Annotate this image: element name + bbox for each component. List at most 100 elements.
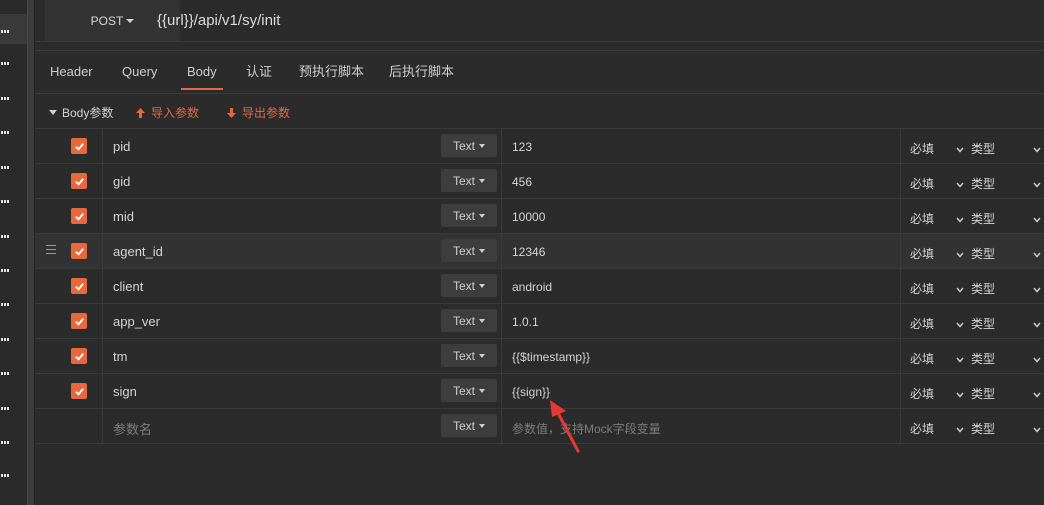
param-enabled-checkbox[interactable] <box>71 138 87 154</box>
tab-pre-script[interactable]: 预执行脚本 <box>299 51 364 93</box>
param-name-input[interactable]: 参数名 <box>113 419 152 438</box>
sidebar-selected-item[interactable] <box>0 14 27 44</box>
param-enabled-checkbox[interactable] <box>71 383 87 399</box>
sidebar-item-more-icon[interactable] <box>1 97 11 100</box>
param-value-input[interactable]: 参数值，支持Mock字段变量 <box>512 420 661 437</box>
param-kind-select[interactable]: 类型 <box>971 385 995 402</box>
param-name-input[interactable]: pid <box>113 139 130 154</box>
param-enabled-checkbox[interactable] <box>71 278 87 294</box>
export-params-button[interactable]: 导出参数 <box>226 104 290 121</box>
sidebar-item-more-icon[interactable] <box>1 474 11 477</box>
param-name-input[interactable]: app_ver <box>113 314 160 329</box>
column-divider <box>900 304 901 339</box>
sidebar-item-more-icon[interactable] <box>1 441 11 444</box>
chevron-down-icon <box>479 283 485 288</box>
param-row: tm Text {{$timestamp}} 必填 类型 <box>35 339 1044 374</box>
param-required-select[interactable]: 必填 <box>910 350 934 367</box>
param-kind-select[interactable]: 类型 <box>971 245 995 262</box>
tab-header[interactable]: Header <box>50 51 93 93</box>
sidebar-item-more-icon[interactable] <box>1 407 11 410</box>
body-params-toggle[interactable]: Body参数 <box>49 104 113 121</box>
column-divider <box>501 339 502 374</box>
param-kind-select[interactable]: 类型 <box>971 420 995 437</box>
param-required-select[interactable]: 必填 <box>910 175 934 192</box>
url-input[interactable]: {{url}}/api/v1/sy/init <box>157 12 280 29</box>
params-table: pid Text 123 必填 类型 gid Text 456 必填 类型 mid Text 10000… <box>35 128 1044 444</box>
param-name-input[interactable]: sign <box>113 384 137 399</box>
param-type-select[interactable]: Text <box>441 379 497 402</box>
panel-splitter[interactable] <box>27 0 35 505</box>
param-required-select[interactable]: 必填 <box>910 315 934 332</box>
tab-post-script[interactable]: 后执行脚本 <box>389 51 454 93</box>
sidebar-item-more-icon[interactable] <box>1 235 11 238</box>
tab-body[interactable]: Body <box>181 51 223 93</box>
param-type-select[interactable]: Text <box>441 309 497 332</box>
param-enabled-checkbox[interactable] <box>71 173 87 189</box>
param-name-input[interactable]: agent_id <box>113 244 163 259</box>
new-param-row: 参数名 Text 参数值，支持Mock字段变量 必填 类型 <box>35 409 1044 444</box>
tab-auth[interactable]: 认证 <box>246 51 272 93</box>
param-value-input[interactable]: 1.0.1 <box>512 315 539 329</box>
column-divider <box>900 374 901 409</box>
sidebar-item-more-icon[interactable] <box>1 30 11 33</box>
param-value-input[interactable]: 456 <box>512 175 532 189</box>
request-editor: POST {{url}}/api/v1/sy/init Header Query… <box>35 0 1044 505</box>
sidebar-item-more-icon[interactable] <box>1 200 11 203</box>
param-required-select[interactable]: 必填 <box>910 245 934 262</box>
chevron-down-icon <box>956 142 964 153</box>
param-kind-select[interactable]: 类型 <box>971 210 995 227</box>
param-type-select[interactable]: Text <box>441 274 497 297</box>
param-type-select[interactable]: Text <box>441 134 497 157</box>
param-name-input[interactable]: mid <box>113 209 134 224</box>
param-type-label: Text <box>452 173 475 188</box>
param-kind-select[interactable]: 类型 <box>971 280 995 297</box>
param-type-select[interactable]: Text <box>441 239 497 262</box>
param-value-input[interactable]: 10000 <box>512 210 545 224</box>
param-type-select[interactable]: Text <box>441 414 497 437</box>
chevron-down-icon <box>1033 247 1041 258</box>
param-required-select[interactable]: 必填 <box>910 280 934 297</box>
sidebar-item-more-icon[interactable] <box>1 269 11 272</box>
param-value-input[interactable]: {{$timestamp}} <box>512 350 590 364</box>
param-kind-select[interactable]: 类型 <box>971 350 995 367</box>
param-required-select[interactable]: 必填 <box>910 210 934 227</box>
param-kind-select[interactable]: 类型 <box>971 140 995 157</box>
param-type-select[interactable]: Text <box>441 344 497 367</box>
sidebar-item-more-icon[interactable] <box>1 372 11 375</box>
param-value-input[interactable]: android <box>512 280 552 294</box>
body-toolbar: Body参数 导入参数 导出参数 <box>35 95 1044 128</box>
sidebar-item-more-icon[interactable] <box>1 338 11 341</box>
column-divider <box>900 409 901 444</box>
param-required-select[interactable]: 必填 <box>910 385 934 402</box>
param-required-select[interactable]: 必填 <box>910 140 934 157</box>
param-type-select[interactable]: Text <box>441 169 497 192</box>
param-enabled-checkbox[interactable] <box>71 208 87 224</box>
chevron-down-icon <box>1033 177 1041 188</box>
param-value-input[interactable]: 123 <box>512 140 532 154</box>
drag-handle-icon[interactable] <box>46 245 56 254</box>
request-tabs: Header Query Body 认证 预执行脚本 后执行脚本 <box>35 50 1044 94</box>
param-value-input[interactable]: 12346 <box>512 245 545 259</box>
sidebar-item-more-icon[interactable] <box>1 166 11 169</box>
param-value-input[interactable]: {{sign}} <box>512 385 550 399</box>
param-type-label: Text <box>452 418 475 433</box>
param-enabled-checkbox[interactable] <box>71 348 87 364</box>
param-type-select[interactable]: Text <box>441 204 497 227</box>
param-enabled-checkbox[interactable] <box>71 243 87 259</box>
sidebar-item-more-icon[interactable] <box>1 62 11 65</box>
param-name-input[interactable]: gid <box>113 174 130 189</box>
param-kind-select[interactable]: 类型 <box>971 315 995 332</box>
check-icon <box>74 386 85 397</box>
param-required-select[interactable]: 必填 <box>910 420 934 437</box>
sidebar-item-more-icon[interactable] <box>1 131 11 134</box>
chevron-down-icon <box>1033 282 1041 293</box>
sidebar-item-more-icon[interactable] <box>1 303 11 306</box>
param-enabled-checkbox[interactable] <box>71 313 87 329</box>
param-kind-select[interactable]: 类型 <box>971 175 995 192</box>
check-icon <box>74 211 85 222</box>
param-name-input[interactable]: client <box>113 279 143 294</box>
chevron-down-icon <box>1033 142 1041 153</box>
param-name-input[interactable]: tm <box>113 349 127 364</box>
import-params-button[interactable]: 导入参数 <box>135 104 199 121</box>
tab-query[interactable]: Query <box>122 51 157 93</box>
